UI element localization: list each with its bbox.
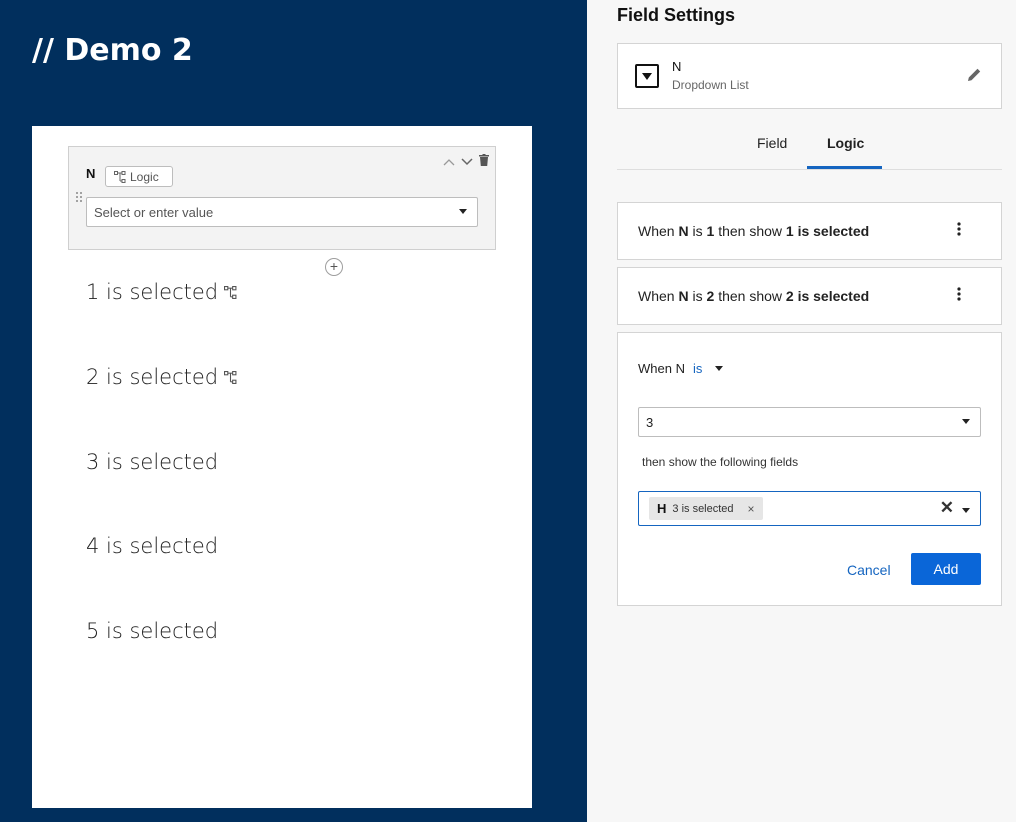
caret-down-icon — [459, 209, 467, 214]
add-button[interactable]: Add — [911, 553, 981, 585]
caret-down-icon — [962, 419, 970, 424]
caret-down-icon[interactable] — [715, 366, 723, 371]
trash-icon[interactable] — [479, 153, 489, 171]
form-card: N Logic Select or enter value + 1 is sel… — [32, 126, 532, 808]
value-select[interactable]: 3 — [638, 407, 981, 437]
logic-icon — [224, 370, 237, 384]
demo-title: // Demo 2 — [32, 33, 193, 68]
text-block-4[interactable]: 4 is selected — [86, 534, 218, 558]
settings-title: Field Settings — [617, 5, 736, 25]
tab-field[interactable]: Field — [757, 135, 787, 151]
logic-chip-label: Logic — [130, 169, 159, 184]
text-block-2[interactable]: 2 is selected — [86, 365, 237, 389]
logic-rule-1[interactable]: When N is 1 then show 1 is selected — [617, 202, 1002, 260]
rule-text: When N is 1 then show 1 is selected — [638, 223, 870, 239]
logic-chip[interactable]: Logic — [105, 166, 173, 187]
when-label: When N — [638, 361, 685, 376]
field-name: N — [672, 59, 682, 74]
text-block-label: 2 is selected — [86, 365, 219, 389]
operator-select[interactable]: is — [693, 361, 702, 376]
logic-icon — [114, 170, 126, 183]
dropdown-list-icon — [635, 64, 659, 88]
add-field-button[interactable]: + — [325, 258, 343, 276]
tag-label: 3 is selected — [672, 502, 734, 515]
text-block-label: 4 is selected — [86, 534, 219, 558]
selected-field-tag: H 3 is selected × — [649, 497, 763, 520]
drag-handle-icon[interactable] — [75, 191, 83, 203]
move-up-icon[interactable] — [443, 153, 455, 171]
pencil-icon[interactable] — [967, 67, 982, 87]
text-block-1[interactable]: 1 is selected — [86, 280, 237, 304]
rule-text: When N is 2 then show 2 is selected — [638, 288, 870, 304]
logic-rule-editor: When N is 3 then show the following fiel… — [617, 332, 1002, 606]
more-vertical-icon[interactable] — [957, 287, 961, 301]
tab-logic[interactable]: Logic — [827, 135, 864, 151]
field-label: N — [86, 166, 96, 181]
then-label: then show the following fields — [642, 455, 799, 469]
text-block-label: 5 is selected — [86, 619, 219, 643]
active-tab-indicator — [807, 166, 882, 169]
field-settings-panel: Field Settings N Dropdown List Field Log… — [587, 0, 1016, 822]
demo-panel: // Demo 2 N Logic Select or enter value … — [0, 0, 587, 822]
caret-down-icon[interactable] — [962, 508, 970, 513]
field-type: Dropdown List — [672, 78, 749, 92]
dropdown-field-block[interactable]: N Logic Select or enter value + — [68, 146, 496, 276]
field-controls — [443, 153, 489, 171]
logic-icon — [224, 285, 237, 299]
clear-icon[interactable]: ✕ — [940, 498, 954, 518]
value-select-value: 3 — [646, 414, 654, 430]
select-placeholder: Select or enter value — [94, 204, 214, 220]
remove-tag-icon[interactable]: × — [748, 502, 755, 516]
more-vertical-icon[interactable] — [957, 222, 961, 236]
target-fields-select[interactable]: H 3 is selected × ✕ — [638, 491, 981, 526]
field-header-card: N Dropdown List — [617, 43, 1002, 109]
logic-rule-2[interactable]: When N is 2 then show 2 is selected — [617, 267, 1002, 325]
text-block-label: 3 is selected — [86, 450, 219, 474]
select-input[interactable]: Select or enter value — [86, 197, 478, 227]
field-type-letter: H — [657, 501, 667, 516]
settings-tabs: Field Logic — [617, 128, 1002, 170]
text-block-label: 1 is selected — [86, 280, 219, 304]
move-down-icon[interactable] — [461, 153, 473, 171]
cancel-button[interactable]: Cancel — [847, 562, 891, 578]
text-block-5[interactable]: 5 is selected — [86, 619, 218, 643]
text-block-3[interactable]: 3 is selected — [86, 450, 218, 474]
